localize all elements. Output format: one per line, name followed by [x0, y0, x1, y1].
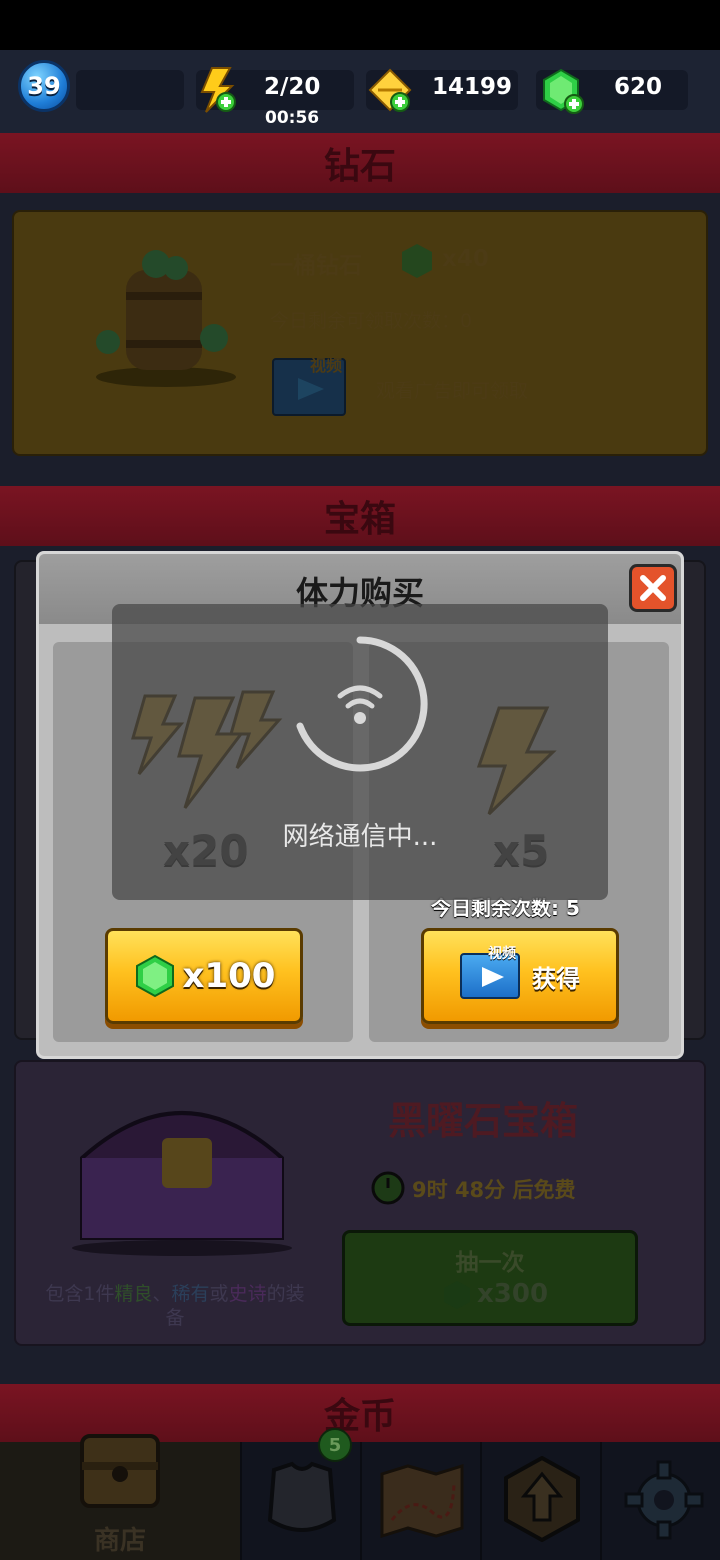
close-button[interactable] [629, 564, 677, 612]
play-icon [482, 967, 504, 987]
buy-with-gems-button[interactable]: x100 [105, 928, 303, 1024]
gem-icon [135, 954, 174, 998]
video-badge-text: 视频 [488, 946, 516, 962]
network-loading-overlay: 网络通信中... [112, 604, 608, 900]
get-button-label: 获得 [532, 964, 580, 993]
gems-price-label: x100 [182, 956, 276, 996]
video-icon: 视频 [460, 946, 520, 999]
loading-text: 网络通信中... [282, 822, 438, 852]
get-with-video-button[interactable]: 视频 获得 [421, 928, 619, 1024]
loading-spinner-icon [296, 636, 428, 772]
close-icon [640, 575, 666, 601]
